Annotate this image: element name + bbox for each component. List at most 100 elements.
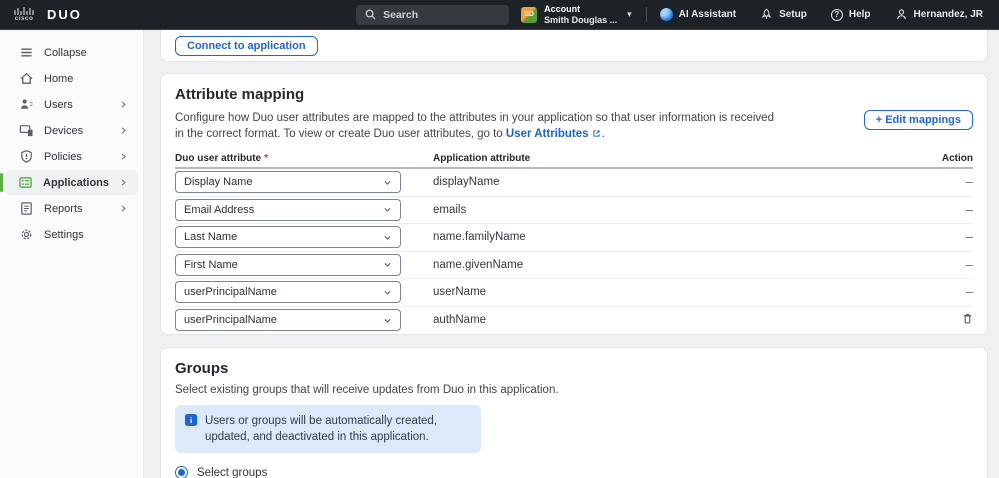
sidebar-item-label: Reports bbox=[44, 202, 83, 215]
groups-card: Groups Select existing groups that will … bbox=[160, 347, 988, 478]
person-icon bbox=[896, 9, 906, 20]
sidebar-item-users[interactable]: Users bbox=[5, 92, 138, 117]
rocket-icon bbox=[761, 8, 772, 19]
column-duo-attribute: Duo user attribute bbox=[175, 153, 262, 165]
hamburger-icon bbox=[18, 45, 34, 61]
application-attribute-value: displayName bbox=[433, 176, 500, 189]
description-suffix: . bbox=[601, 128, 605, 141]
connect-to-application-button[interactable]: Connect to application bbox=[175, 35, 318, 56]
sidebar-item-reports[interactable]: Reports bbox=[5, 196, 138, 221]
info-alert: i Users or groups will be automatically … bbox=[175, 405, 481, 454]
sidebar-item-policies[interactable]: Policies bbox=[5, 144, 138, 169]
attribute-mapping-card: Attribute mapping Configure how Duo user… bbox=[160, 73, 988, 336]
question-icon: ? bbox=[830, 8, 843, 21]
user-menu[interactable]: Hernandez, JR bbox=[895, 8, 983, 21]
header-divider bbox=[645, 7, 647, 22]
column-application-attribute: Application attribute bbox=[433, 153, 531, 165]
remove-mapping-icon: – bbox=[965, 174, 973, 190]
external-link-icon bbox=[592, 127, 601, 143]
search-input[interactable]: Search bbox=[356, 4, 510, 25]
duo-attribute-select[interactable]: Display Name bbox=[175, 171, 401, 194]
table-row: Last Name name.familyName – bbox=[175, 224, 973, 252]
groups-title: Groups bbox=[175, 360, 229, 378]
groups-description: Select existing groups that will receive… bbox=[175, 384, 559, 397]
select-value: Last Name bbox=[184, 231, 238, 244]
chevron-down-icon bbox=[384, 180, 391, 185]
sidebar: Collapse Home Users Devices Policies App… bbox=[0, 30, 144, 478]
cisco-bars-icon bbox=[14, 6, 34, 15]
account-avatar: SD bbox=[521, 6, 538, 23]
chevron-down-icon bbox=[384, 263, 391, 268]
sidebar-item-label: Devices bbox=[44, 124, 84, 137]
mapping-table-header: Duo user attribute * Application attribut… bbox=[175, 153, 973, 170]
radio-label: Select groups bbox=[197, 466, 268, 478]
sidebar-item-label: Home bbox=[44, 72, 74, 85]
ai-assistant-icon bbox=[659, 8, 673, 21]
column-action: Action bbox=[941, 153, 973, 165]
account-name: Smith Douglas ... bbox=[544, 14, 618, 25]
applications-icon bbox=[18, 175, 33, 191]
devices-icon bbox=[18, 123, 34, 139]
select-value: userPrincipalName bbox=[184, 314, 277, 327]
table-row: First Name name.givenName – bbox=[175, 252, 973, 280]
user-attributes-link[interactable]: User Attributes bbox=[506, 128, 589, 140]
required-marker: * bbox=[264, 153, 269, 165]
mapping-table: Duo user attribute * Application attribut… bbox=[175, 153, 973, 334]
edit-mappings-button[interactable]: + Edit mappings bbox=[863, 110, 973, 130]
help-label: Help bbox=[848, 9, 871, 20]
select-value: Email Address bbox=[184, 203, 255, 216]
chevron-right-icon bbox=[119, 204, 128, 213]
application-attribute-value: authName bbox=[433, 314, 487, 327]
chevron-down-icon: ▾ bbox=[627, 9, 632, 19]
application-attribute-value: name.givenName bbox=[433, 258, 524, 271]
sidebar-item-collapse[interactable]: Collapse bbox=[5, 40, 138, 65]
chevron-right-icon bbox=[119, 126, 128, 135]
duo-attribute-select[interactable]: userPrincipalName bbox=[175, 281, 401, 304]
remove-mapping-icon: – bbox=[965, 229, 973, 245]
sidebar-item-label: Settings bbox=[44, 228, 84, 241]
chevron-down-icon bbox=[384, 290, 391, 295]
duo-attribute-select[interactable]: userPrincipalName bbox=[175, 309, 401, 332]
chevron-down-icon bbox=[384, 208, 391, 213]
help-button[interactable]: ? Help bbox=[830, 8, 871, 21]
remove-mapping-icon: – bbox=[965, 284, 973, 300]
chevron-right-icon bbox=[119, 152, 128, 161]
cisco-wordmark: cisco bbox=[14, 14, 34, 22]
account-switcher[interactable]: SD Account Smith Douglas ... ▾ bbox=[521, 4, 632, 25]
cisco-logo: cisco bbox=[13, 6, 35, 23]
attribute-mapping-title: Attribute mapping bbox=[175, 86, 305, 103]
duo-attribute-select[interactable]: Last Name bbox=[175, 226, 401, 249]
info-icon: i bbox=[185, 414, 197, 427]
sidebar-item-home[interactable]: Home bbox=[5, 66, 138, 91]
chevron-down-icon bbox=[384, 235, 391, 240]
remove-mapping-icon: – bbox=[965, 256, 973, 272]
duo-attribute-select[interactable]: First Name bbox=[175, 253, 401, 276]
setup-button[interactable]: Setup bbox=[760, 8, 807, 21]
connect-card: Connect to application bbox=[160, 30, 988, 62]
ai-assistant-button[interactable]: AI Assistant bbox=[659, 8, 736, 21]
description-text: Configure how Duo user attributes are ma… bbox=[175, 112, 774, 141]
table-row: Display Name displayName – bbox=[175, 169, 973, 197]
sidebar-item-settings[interactable]: Settings bbox=[5, 222, 138, 247]
table-row: userPrincipalName authName bbox=[175, 307, 973, 335]
duo-logo: DUO bbox=[47, 7, 82, 22]
sidebar-item-label: Collapse bbox=[44, 46, 87, 59]
account-label: Account bbox=[544, 4, 581, 15]
user-icon bbox=[18, 97, 34, 113]
shield-icon bbox=[18, 149, 34, 165]
select-groups-radio[interactable]: Select groups bbox=[175, 466, 973, 478]
gear-icon bbox=[18, 227, 34, 243]
select-value: userPrincipalName bbox=[184, 286, 277, 299]
chevron-down-icon bbox=[384, 318, 391, 323]
sidebar-item-applications[interactable]: Applications bbox=[0, 170, 138, 195]
application-attribute-value: userName bbox=[433, 286, 487, 299]
delete-mapping-icon[interactable] bbox=[962, 312, 973, 324]
select-value: First Name bbox=[184, 258, 238, 271]
header-nav: AI Assistant Setup ? Help Hernandez, JR bbox=[659, 8, 983, 21]
remove-mapping-icon: – bbox=[965, 201, 973, 217]
duo-attribute-select[interactable]: Email Address bbox=[175, 198, 401, 221]
chevron-right-icon bbox=[119, 100, 128, 109]
sidebar-item-devices[interactable]: Devices bbox=[5, 118, 138, 143]
select-value: Display Name bbox=[184, 176, 253, 189]
home-icon bbox=[18, 71, 34, 87]
